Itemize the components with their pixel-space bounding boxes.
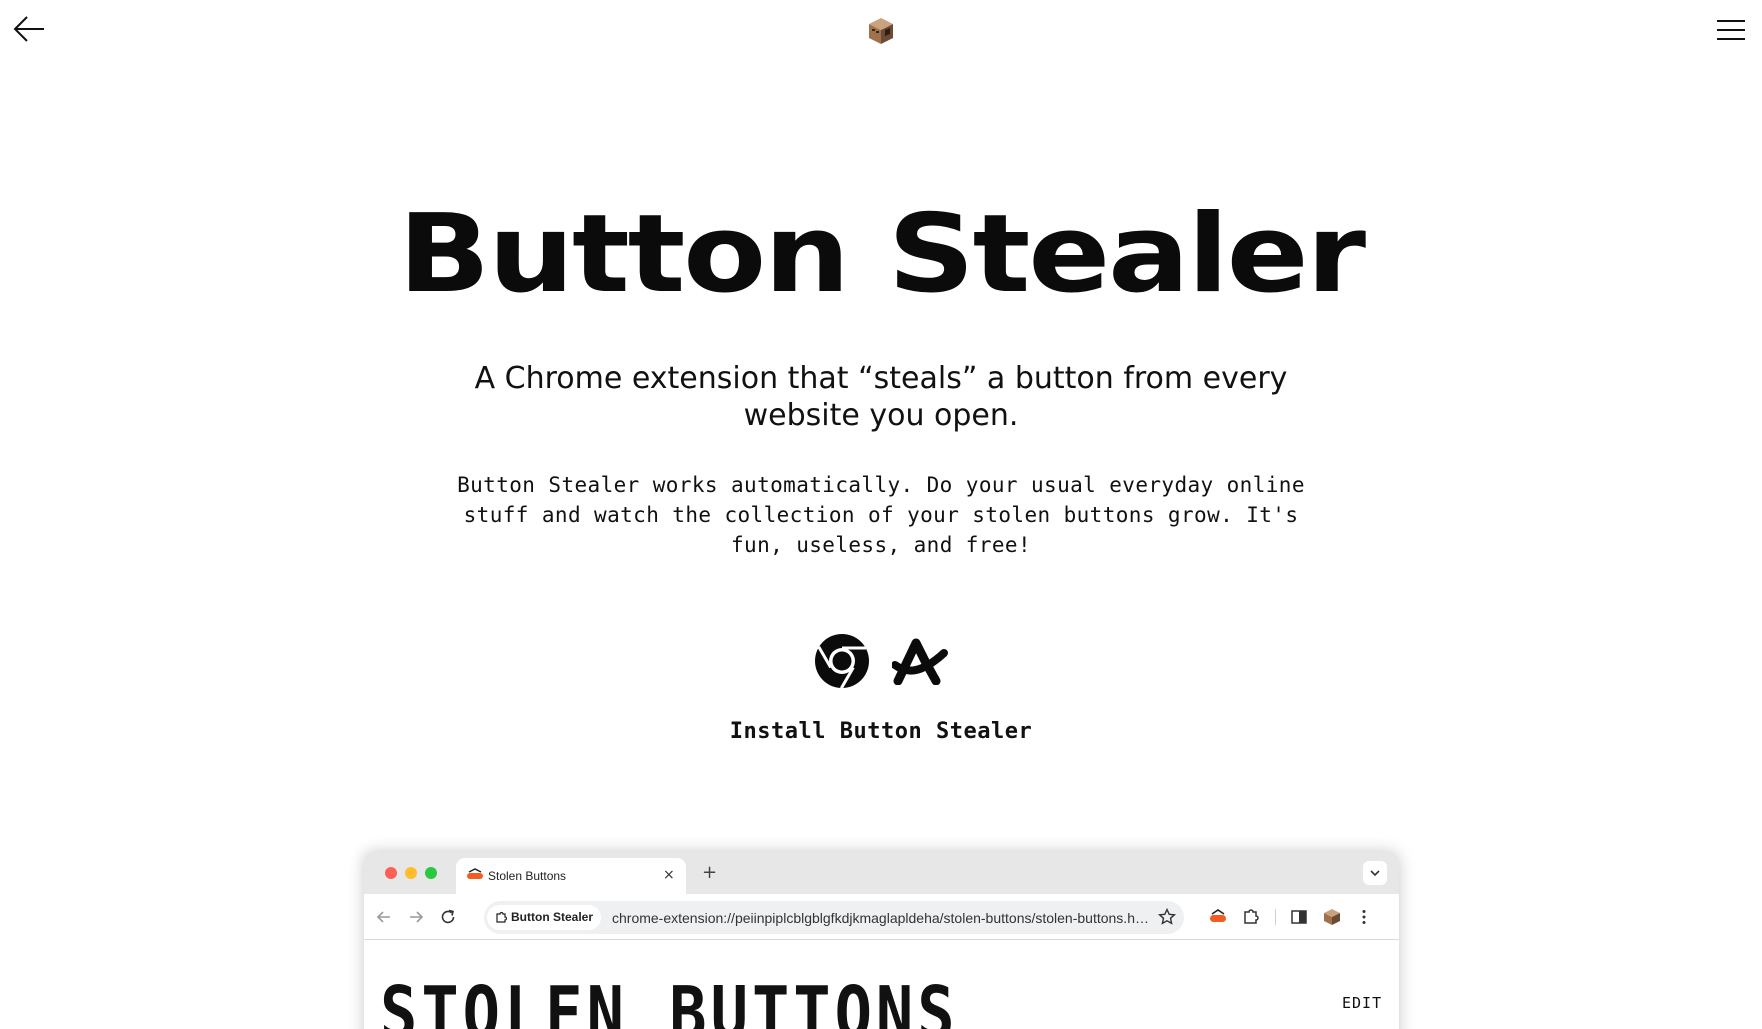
arrow-left-icon bbox=[13, 16, 44, 42]
extensions-puzzle-icon[interactable] bbox=[1241, 907, 1261, 927]
reload-icon[interactable] bbox=[438, 907, 458, 927]
site-info-chip[interactable]: Button Stealer bbox=[487, 905, 602, 930]
more-options-icon[interactable] bbox=[1354, 907, 1374, 927]
url-text[interactable]: chrome-extension://peiinpiplcblgblgfkdjk… bbox=[612, 910, 1152, 926]
browser-preview: Stolen Buttons × + Button Stealer chrome… bbox=[364, 852, 1399, 1029]
site-chip-label: Button Stealer bbox=[511, 910, 594, 924]
button-stealer-extension-icon[interactable] bbox=[1208, 907, 1228, 927]
stolen-buttons-heading: STOLEN BUTTONS bbox=[380, 970, 959, 1029]
top-bar bbox=[0, 0, 1762, 60]
tab-search-button[interactable] bbox=[1363, 861, 1387, 885]
bookmark-star-icon[interactable] bbox=[1157, 907, 1177, 927]
chevron-down-icon bbox=[1370, 870, 1380, 877]
side-panel-icon[interactable] bbox=[1289, 907, 1309, 927]
chrome-install-button[interactable] bbox=[814, 633, 870, 690]
tab-title: Stolen Buttons bbox=[488, 869, 567, 883]
hamburger-menu-icon bbox=[1717, 20, 1745, 40]
new-tab-icon[interactable]: + bbox=[702, 862, 717, 883]
edit-button[interactable]: EDIT bbox=[1342, 994, 1382, 1012]
tab-stolen-buttons[interactable]: Stolen Buttons × bbox=[456, 858, 686, 894]
back-button[interactable] bbox=[12, 14, 46, 44]
tab-strip: Stolen Buttons × + bbox=[364, 852, 1399, 894]
extension-puzzle-icon bbox=[496, 911, 508, 923]
button-stealer-favicon-icon bbox=[467, 868, 483, 879]
address-bar[interactable]: Button Stealer chrome-extension://peiinp… bbox=[484, 901, 1184, 934]
nav-forward-icon[interactable] bbox=[406, 907, 426, 927]
minimize-window-dot[interactable] bbox=[405, 867, 417, 879]
page-subtitle: A Chrome extension that “steals” a butto… bbox=[474, 361, 1288, 433]
page-description: Button Stealer works automatically. Do y… bbox=[457, 473, 1305, 557]
install-link[interactable]: Install Button Stealer bbox=[0, 719, 1762, 744]
arc-browser-icon bbox=[891, 638, 948, 686]
maximize-window-dot[interactable] bbox=[425, 867, 437, 879]
tab-close-icon[interactable]: × bbox=[663, 867, 675, 883]
chrome-icon bbox=[815, 634, 869, 690]
install-icons bbox=[814, 633, 948, 690]
site-logo[interactable] bbox=[866, 16, 896, 46]
page-title: Button Stealer bbox=[398, 192, 1366, 317]
menu-button[interactable] bbox=[1716, 18, 1746, 42]
cube-face-logo-icon bbox=[869, 18, 893, 44]
profile-avatar-icon[interactable] bbox=[1322, 907, 1342, 927]
browser-toolbar: Button Stealer chrome-extension://peiinp… bbox=[364, 894, 1399, 940]
toolbar-divider bbox=[1275, 909, 1276, 925]
nav-back-icon[interactable] bbox=[374, 907, 394, 927]
close-window-dot[interactable] bbox=[385, 867, 397, 879]
arc-install-button[interactable] bbox=[891, 637, 948, 686]
